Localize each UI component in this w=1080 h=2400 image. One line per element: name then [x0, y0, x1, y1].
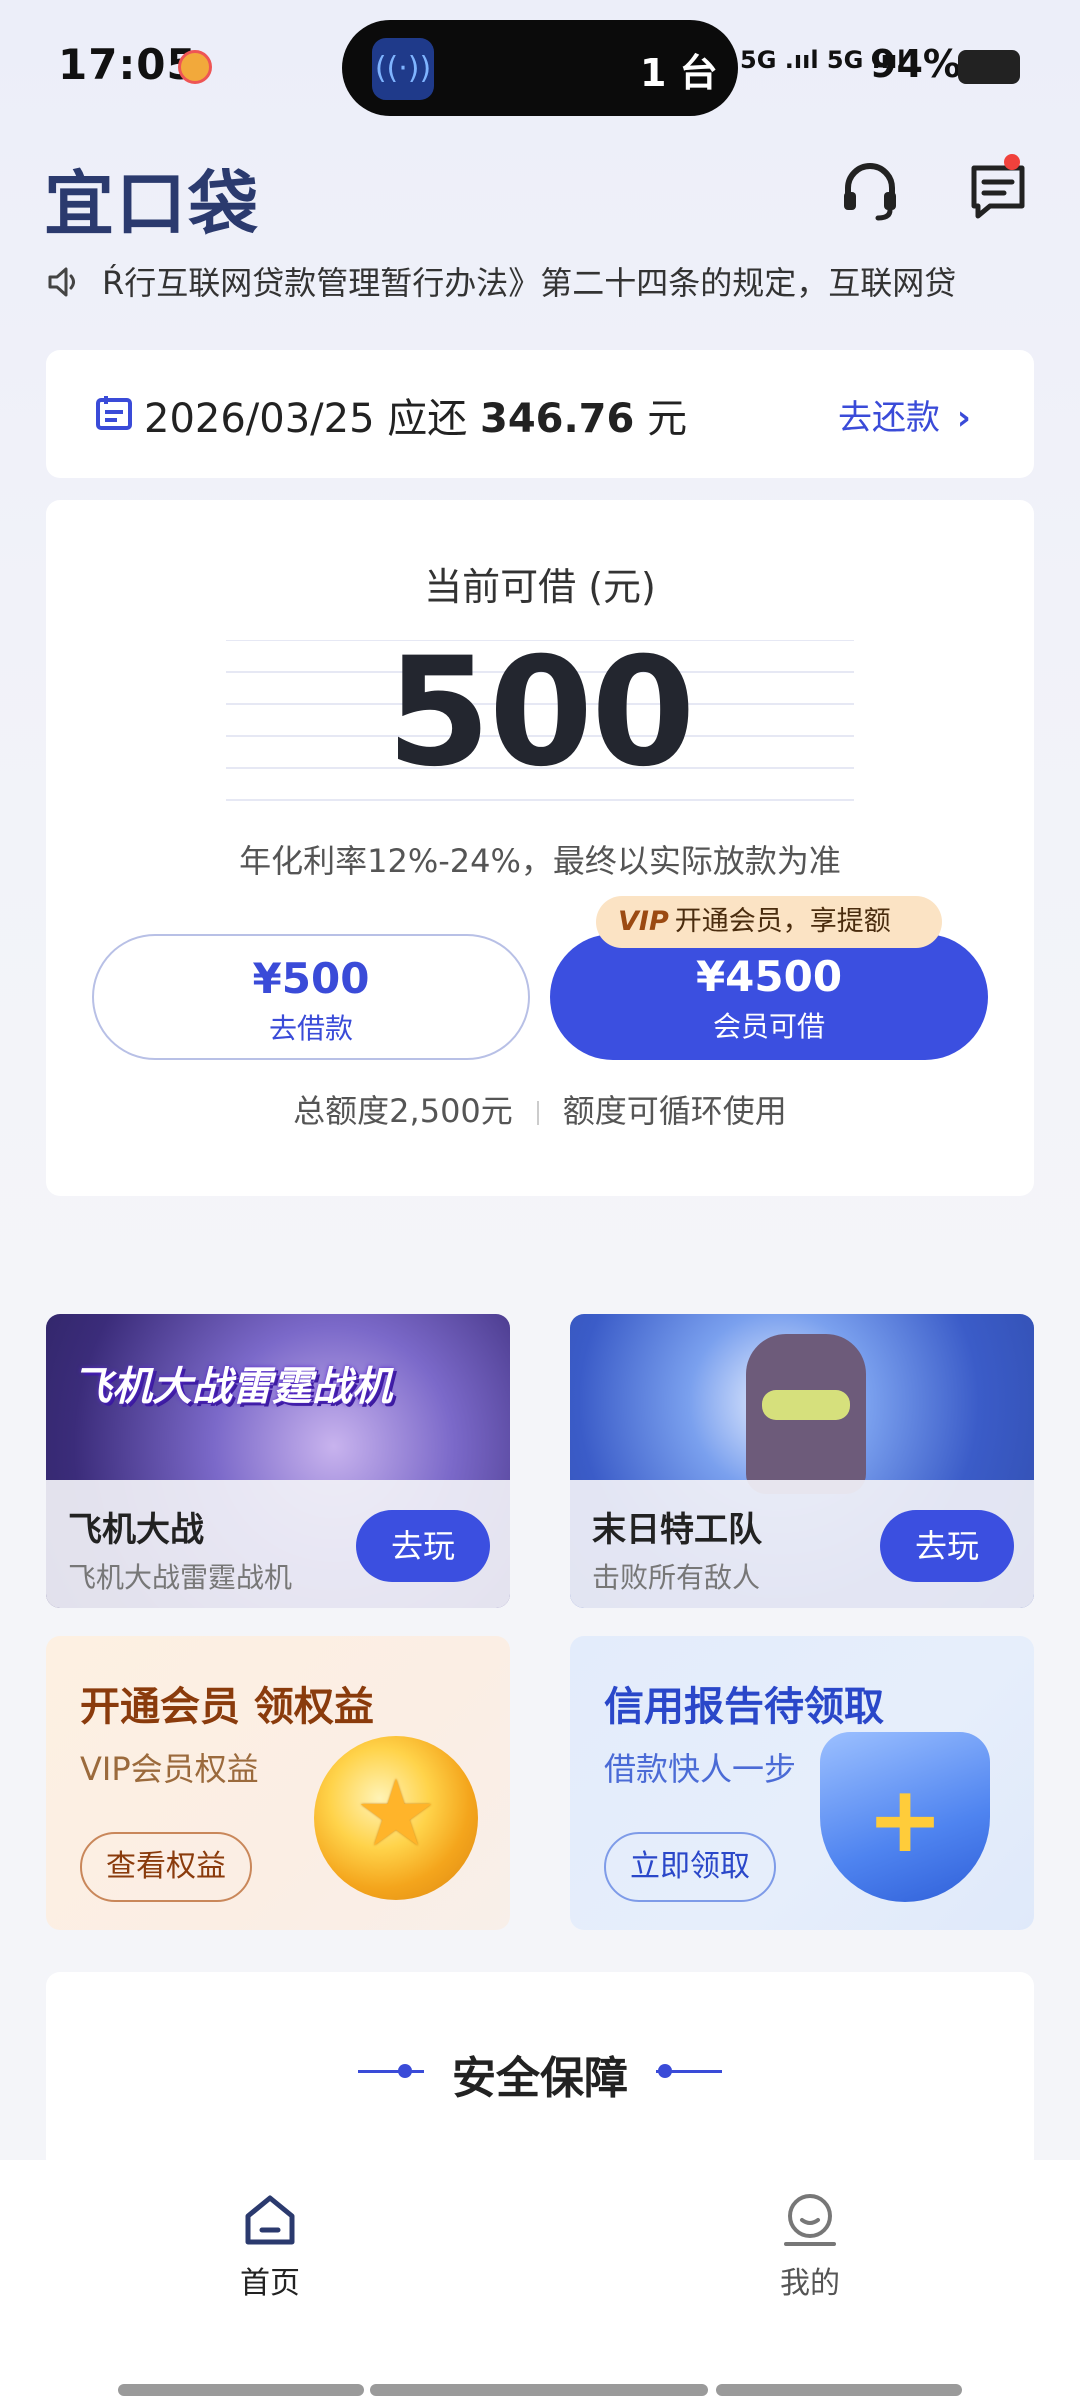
gesture-bar — [118, 2384, 364, 2396]
island-count: 1 台 — [640, 51, 718, 95]
vip-benefits-card[interactable]: 开通会员 领权益 VIP会员权益 ★ 查看权益 — [46, 1636, 510, 1930]
borrow-button[interactable]: ¥500 去借款 — [92, 934, 530, 1060]
promo-subtitle: VIP会员权益 — [80, 1750, 259, 1788]
game-name: 飞机大战 — [68, 1510, 204, 1550]
borrow-button-label: 去借款 — [268, 1012, 353, 1045]
profile-icon — [784, 2194, 836, 2246]
repay-amount: 346.76 — [479, 396, 635, 442]
app-badge-icon — [178, 50, 212, 84]
bill-icon — [96, 396, 132, 430]
promo-subtitle: 借款快人一步 — [604, 1750, 797, 1788]
nav-mine-label: 我的 — [780, 2266, 840, 2301]
repay-summary: 2026/03/25 应还 346.76 元 — [144, 386, 687, 444]
vip-borrow-button[interactable]: ¥4500 会员可借 — [550, 934, 988, 1060]
repay-date: 2026/03/25 — [144, 396, 375, 442]
shield-icon: + — [820, 1732, 990, 1902]
unread-dot — [1004, 154, 1020, 170]
claim-report-button[interactable]: 立即领取 — [604, 1832, 776, 1902]
vip-badge: VIP — [618, 906, 669, 937]
borrow-button-amount: ¥500 — [252, 954, 370, 1003]
game-character-image — [746, 1334, 866, 1494]
available-amount: 500 — [386, 626, 695, 800]
chevron-right-icon: › — [956, 398, 971, 438]
credit-report-card[interactable]: 信用报告待领取 借款快人一步 + 立即领取 — [570, 1636, 1034, 1930]
game-info-panel: 末日特工队 击败所有敌人 去玩 — [570, 1480, 1034, 1608]
game-card-agent[interactable]: 末日特工队 击败所有敌人 去玩 — [570, 1314, 1034, 1608]
nav-home[interactable]: 首页 — [170, 2190, 370, 2302]
vip-button-label: 会员可借 — [712, 1010, 825, 1043]
coin-icon: ★ — [314, 1736, 478, 1900]
repay-button[interactable]: 去还款 › — [838, 390, 971, 439]
play-button[interactable]: 去玩 — [356, 1510, 490, 1582]
battery-icon — [958, 50, 1020, 84]
game-banner: 飞机大战雷霆战机 — [72, 1364, 392, 1410]
vip-promo-tag[interactable]: VIP 开通会员，享提额 — [596, 896, 942, 948]
repay-unit: 元 — [647, 396, 688, 442]
headset-icon[interactable] — [838, 158, 902, 222]
game-desc: 飞机大战雷霆战机 — [68, 1561, 293, 1594]
game-name: 末日特工队 — [592, 1510, 762, 1550]
play-button[interactable]: 去玩 — [880, 1510, 1014, 1582]
notice-marquee[interactable]: Ŕ行互联网贷款管理暂行办法》第二十四条的规定，互联网贷 — [46, 258, 1046, 306]
view-benefits-button[interactable]: 查看权益 — [80, 1832, 252, 1902]
repay-due-label: 应还 — [387, 396, 468, 442]
promo-title: 信用报告待领取 — [604, 1684, 884, 1730]
promo-title: 开通会员 领权益 — [80, 1684, 374, 1730]
repay-button-label: 去还款 — [838, 398, 940, 438]
game-card-plane[interactable]: 飞机大战雷霆战机 飞机大战 飞机大战雷霆战机 去玩 — [46, 1314, 510, 1608]
broadcast-icon: ((·)) — [372, 38, 434, 100]
home-icon — [245, 2195, 295, 2245]
gesture-bar — [370, 2384, 708, 2396]
nav-mine[interactable]: 我的 — [710, 2190, 910, 2302]
speaker-icon — [48, 267, 75, 297]
battery-percent: 94% — [870, 42, 961, 86]
notice-text: Ŕ行互联网贷款管理暂行办法》第二十四条的规定，互联网贷 — [102, 264, 957, 302]
title-line — [656, 2070, 722, 2073]
rate-note: 年化利率12%-24%，最终以实际放款为准 — [239, 842, 841, 880]
message-icon[interactable] — [966, 160, 1030, 224]
total-limit: 总额度2,500元 — [293, 1092, 513, 1130]
status-time: 17:05 — [58, 40, 197, 89]
gesture-bar — [716, 2384, 962, 2396]
available-title: 当前可借 (元) — [424, 565, 656, 609]
vip-tag-text: 开通会员，享提额 — [674, 906, 891, 937]
limit-note: 额度可循环使用 — [562, 1092, 787, 1130]
game-info-panel: 飞机大战 飞机大战雷霆战机 去玩 — [46, 1480, 510, 1608]
app-logo: 宜口袋 — [44, 163, 260, 245]
bottom-nav — [0, 2160, 1080, 2400]
security-title: 安全保障 — [452, 2053, 628, 2104]
game-desc: 击败所有敌人 — [592, 1561, 761, 1594]
divider — [536, 1101, 539, 1125]
limit-row: 总额度2,500元 额度可循环使用 — [0, 1086, 1080, 1132]
nav-home-label: 首页 — [240, 2266, 300, 2301]
